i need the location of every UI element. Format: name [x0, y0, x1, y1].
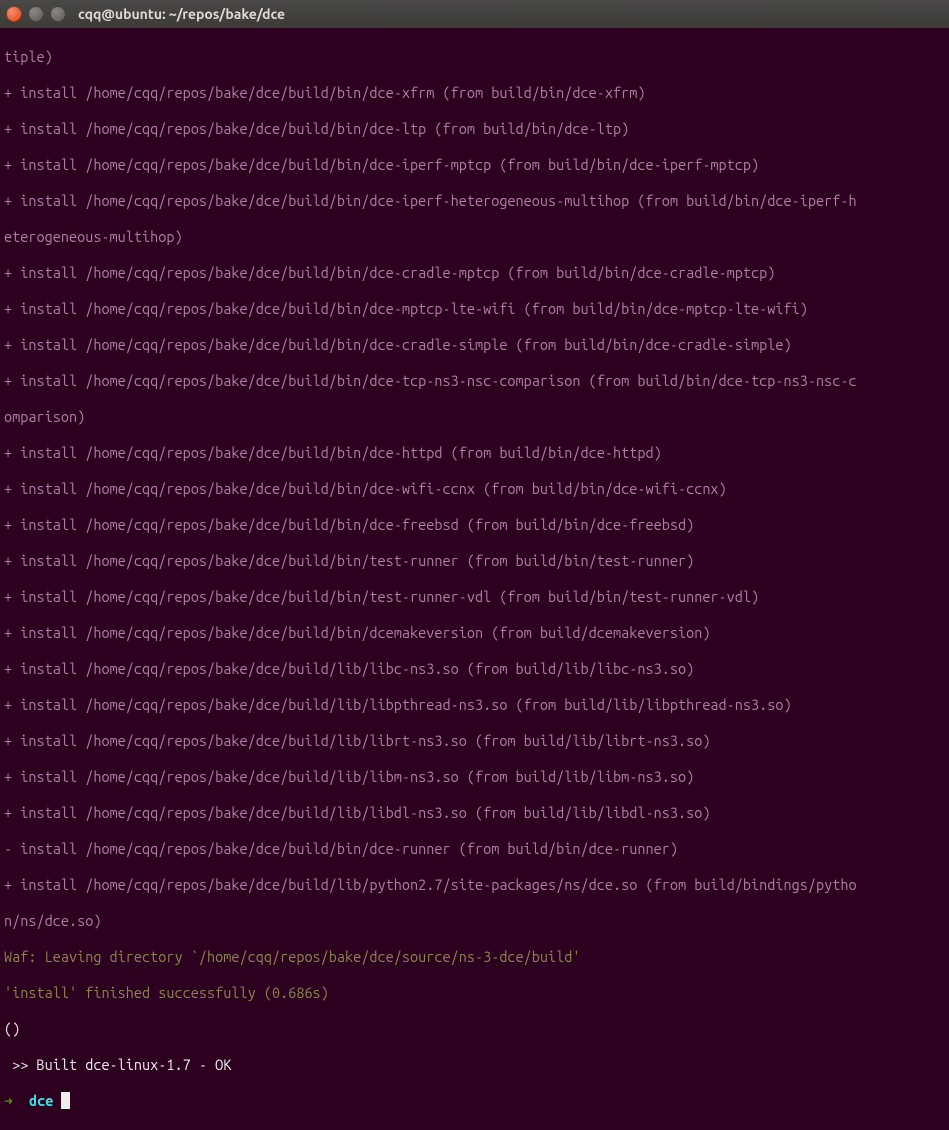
waf-leave-line: Waf: Leaving directory `/home/cqq/repos/…	[4, 948, 945, 966]
maximize-icon[interactable]	[50, 6, 66, 22]
output-line: + install /home/cqq/repos/bake/dce/build…	[4, 120, 945, 138]
prompt-arrow: ➜	[4, 1092, 29, 1109]
output-line: + install /home/cqq/repos/bake/dce/build…	[4, 660, 945, 678]
paren-line: ()	[4, 1020, 945, 1038]
output-line: eterogeneous-multihop)	[4, 228, 945, 246]
output-line: n/ns/dce.so)	[4, 912, 945, 930]
output-line: + install /home/cqq/repos/bake/dce/build…	[4, 804, 945, 822]
built-line: >> Built dce-linux-1.7 - OK	[4, 1056, 945, 1074]
terminal-output[interactable]: tiple) + install /home/cqq/repos/bake/dc…	[0, 28, 949, 1130]
output-line: omparison)	[4, 408, 945, 426]
output-line: + install /home/cqq/repos/bake/dce/build…	[4, 696, 945, 714]
titlebar: cqq@ubuntu: ~/repos/bake/dce	[0, 0, 949, 28]
output-line: + install /home/cqq/repos/bake/dce/build…	[4, 480, 945, 498]
output-line: + install /home/cqq/repos/bake/dce/build…	[4, 588, 945, 606]
output-line: tiple)	[4, 48, 945, 66]
output-line: + install /home/cqq/repos/bake/dce/build…	[4, 552, 945, 570]
output-line: + install /home/cqq/repos/bake/dce/build…	[4, 264, 945, 282]
cursor	[61, 1092, 70, 1109]
finish-line: 'install' finished successfully (0.686s)	[4, 984, 945, 1002]
output-line: + install /home/cqq/repos/bake/dce/build…	[4, 624, 945, 642]
output-line: + install /home/cqq/repos/bake/dce/build…	[4, 300, 945, 318]
output-line: + install /home/cqq/repos/bake/dce/build…	[4, 192, 945, 210]
output-line: + install /home/cqq/repos/bake/dce/build…	[4, 156, 945, 174]
prompt-line[interactable]: ➜ dce	[4, 1092, 945, 1110]
window-title: cqq@ubuntu: ~/repos/bake/dce	[78, 5, 285, 23]
window-controls	[6, 6, 66, 22]
output-line: + install /home/cqq/repos/bake/dce/build…	[4, 444, 945, 462]
minimize-icon[interactable]	[28, 6, 44, 22]
output-line: + install /home/cqq/repos/bake/dce/build…	[4, 84, 945, 102]
output-line: - install /home/cqq/repos/bake/dce/build…	[4, 840, 945, 858]
output-line: + install /home/cqq/repos/bake/dce/build…	[4, 372, 945, 390]
output-line: + install /home/cqq/repos/bake/dce/build…	[4, 732, 945, 750]
prompt-dir: dce	[29, 1092, 53, 1109]
output-line: + install /home/cqq/repos/bake/dce/build…	[4, 768, 945, 786]
output-line: + install /home/cqq/repos/bake/dce/build…	[4, 336, 945, 354]
output-line: + install /home/cqq/repos/bake/dce/build…	[4, 876, 945, 894]
close-icon[interactable]	[6, 6, 22, 22]
output-line: + install /home/cqq/repos/bake/dce/build…	[4, 516, 945, 534]
